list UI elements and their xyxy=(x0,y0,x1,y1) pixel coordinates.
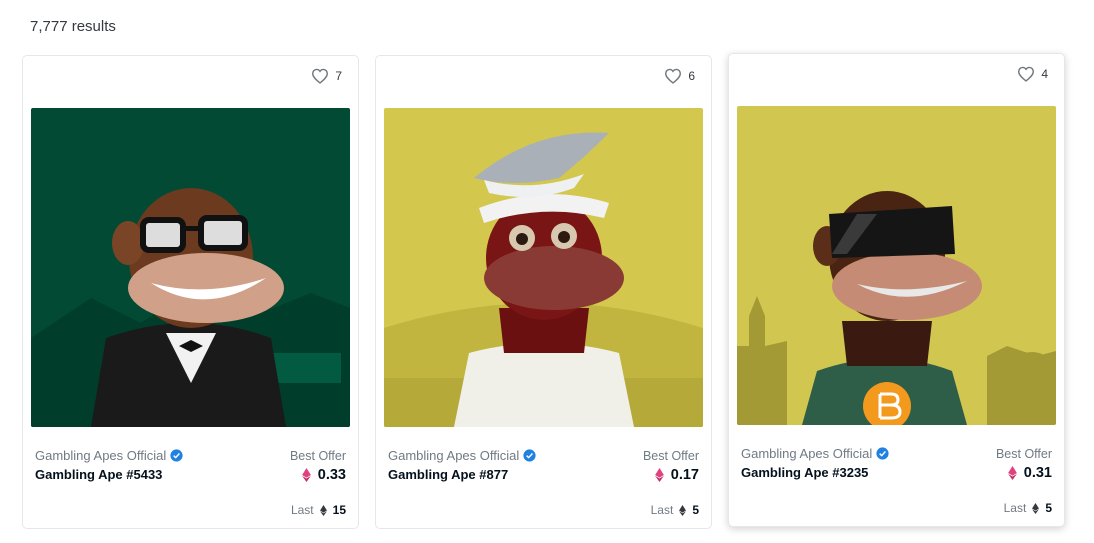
nft-card[interactable]: 6 Gambling Apes Official Gambling Ape #8… xyxy=(375,55,712,529)
best-offer-value: 0.33 xyxy=(317,467,346,483)
last-sale: Last 5 xyxy=(1004,501,1052,515)
ethereum-icon xyxy=(1032,502,1040,514)
verified-badge-icon xyxy=(523,449,536,462)
favorite-button[interactable]: 7 xyxy=(311,68,342,84)
heart-outline-icon xyxy=(665,68,682,84)
last-sale-value: 5 xyxy=(1045,501,1052,515)
ethereum-icon xyxy=(679,504,687,516)
last-sale-value: 5 xyxy=(692,503,699,517)
ape-artwork-3235 xyxy=(737,106,1056,425)
collection-name[interactable]: Gambling Apes Official xyxy=(35,448,183,463)
best-offer-label: Best Offer xyxy=(642,449,699,463)
collection-label: Gambling Apes Official xyxy=(741,446,873,461)
ethereum-icon xyxy=(654,468,664,482)
last-sale-label: Last xyxy=(1003,501,1027,515)
collection-label: Gambling Apes Official xyxy=(388,448,520,463)
ape-artwork-5433 xyxy=(31,108,350,427)
token-name[interactable]: Gambling Ape #5433 xyxy=(35,467,162,482)
best-offer-price: 0.33 xyxy=(301,467,346,483)
heart-outline-icon xyxy=(1018,66,1035,82)
collection-label: Gambling Apes Official xyxy=(35,448,167,463)
favorite-count: 4 xyxy=(1041,67,1048,81)
last-sale-value: 15 xyxy=(332,503,346,517)
nft-card[interactable]: 4 Gambling Apes Official Gambling Ape #3… xyxy=(728,53,1065,527)
ethereum-icon xyxy=(319,504,327,516)
best-offer-value: 0.17 xyxy=(670,467,699,483)
favorite-button[interactable]: 6 xyxy=(664,68,695,84)
favorite-count: 6 xyxy=(688,69,695,83)
verified-badge-icon xyxy=(170,449,183,462)
ethereum-icon xyxy=(1007,466,1017,480)
best-offer-label: Best Offer xyxy=(995,447,1052,461)
favorite-button[interactable]: 4 xyxy=(1017,66,1048,82)
nft-card[interactable]: 7 Gambling Apes Official Gambling Ape #5… xyxy=(22,55,359,529)
last-sale-label: Last xyxy=(290,503,314,517)
ethereum-icon xyxy=(301,468,311,482)
nft-image[interactable] xyxy=(737,106,1056,425)
heart-outline-icon xyxy=(312,68,329,84)
favorite-count: 7 xyxy=(335,69,342,83)
best-offer-price: 0.17 xyxy=(654,467,699,483)
best-offer-value: 0.31 xyxy=(1023,465,1052,481)
verified-badge-icon xyxy=(876,447,889,460)
nft-image[interactable] xyxy=(31,108,350,427)
best-offer-label: Best Offer xyxy=(289,449,346,463)
token-name[interactable]: Gambling Ape #877 xyxy=(388,467,508,482)
last-sale: Last 15 xyxy=(291,503,346,517)
best-offer-price: 0.31 xyxy=(1007,465,1052,481)
last-sale-label: Last xyxy=(650,503,674,517)
collection-name[interactable]: Gambling Apes Official xyxy=(388,448,536,463)
last-sale: Last 5 xyxy=(651,503,699,517)
ape-artwork-877 xyxy=(384,108,703,427)
nft-image[interactable] xyxy=(384,108,703,427)
token-name[interactable]: Gambling Ape #3235 xyxy=(741,465,868,480)
results-count: 7,777 results xyxy=(30,18,116,35)
collection-name[interactable]: Gambling Apes Official xyxy=(741,446,889,461)
